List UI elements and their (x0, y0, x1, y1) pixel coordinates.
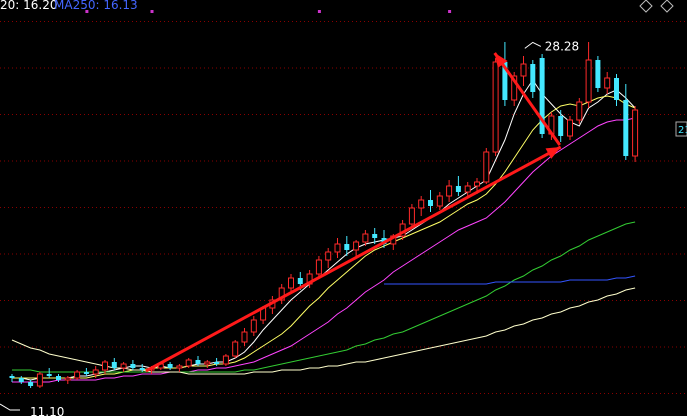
low-price-label: 11.10 (30, 405, 64, 416)
candle-body (130, 364, 136, 368)
candle-body (418, 199, 425, 209)
candle (595, 56, 601, 92)
candle (185, 358, 192, 368)
candle-body (83, 372, 89, 374)
candle-body (185, 359, 192, 367)
candle-body (176, 365, 183, 369)
candle-body (232, 341, 239, 357)
candle-body (288, 277, 294, 289)
high-price-label: 28.28 (545, 39, 579, 53)
candle-body (222, 355, 229, 365)
candle-body (64, 377, 71, 381)
candle-body (9, 376, 15, 378)
candle-body (446, 185, 453, 197)
candle-body (614, 78, 619, 100)
candle-body (250, 319, 257, 333)
candle-body (530, 64, 536, 92)
candle-body (56, 376, 61, 380)
candle-body (492, 61, 499, 153)
candle-body (315, 259, 322, 275)
candle-body (325, 251, 332, 261)
candle-body (102, 361, 108, 371)
candle-body (567, 119, 573, 137)
header-marker (448, 10, 452, 13)
candle-body (604, 77, 611, 89)
candle-body (520, 63, 527, 77)
candle-body (18, 378, 24, 382)
candle-body (204, 361, 211, 365)
candle-body (214, 362, 220, 364)
candle-body (483, 151, 490, 183)
candle-body (36, 373, 43, 387)
candle-body (195, 360, 201, 364)
candle-body (623, 100, 629, 156)
header-marker (317, 10, 321, 13)
candle-body (436, 195, 443, 207)
candle-body (595, 60, 601, 88)
candle-body (111, 362, 117, 368)
price-scale-edge: 21 (675, 121, 687, 137)
ma-header-label-1: 20: 16.20 (0, 0, 57, 12)
candle (74, 370, 81, 380)
candle-body (428, 200, 433, 206)
candle-body (74, 371, 81, 379)
candle-body (632, 109, 639, 157)
candle-body (372, 234, 378, 238)
candle-body (455, 186, 461, 192)
chart-background (0, 0, 687, 416)
candle-body (120, 363, 127, 369)
candle (36, 372, 43, 388)
candle-body (576, 101, 583, 121)
candle-body (474, 181, 480, 187)
candle-body (362, 233, 369, 243)
candle-body (408, 207, 415, 225)
candle-body (28, 382, 34, 386)
candle-body (334, 243, 341, 253)
candle-body (344, 244, 350, 250)
candle-body (139, 368, 145, 370)
candle (408, 204, 415, 228)
candle (492, 58, 499, 156)
candle (632, 106, 639, 162)
candlestick-chart: 20: 16.20 MA250: 16.13 28.28 11.10 21 (0, 0, 687, 416)
candle (222, 354, 229, 366)
candle (576, 98, 583, 124)
candle-body (353, 241, 360, 251)
candle (483, 148, 490, 184)
price-scale-label: 21 (678, 125, 687, 136)
candle (539, 54, 545, 138)
candle-body (585, 59, 592, 103)
ma-header-label-2: MA250: 16.13 (54, 0, 138, 12)
candle-body (464, 185, 471, 193)
candle-body (92, 369, 99, 375)
candle (232, 340, 239, 358)
candle (567, 116, 573, 140)
candle-body (167, 364, 173, 368)
header-marker (150, 10, 154, 13)
candle-body (297, 278, 303, 284)
candle-body (46, 374, 52, 376)
candle-body (558, 116, 564, 136)
candle-body (241, 331, 248, 343)
